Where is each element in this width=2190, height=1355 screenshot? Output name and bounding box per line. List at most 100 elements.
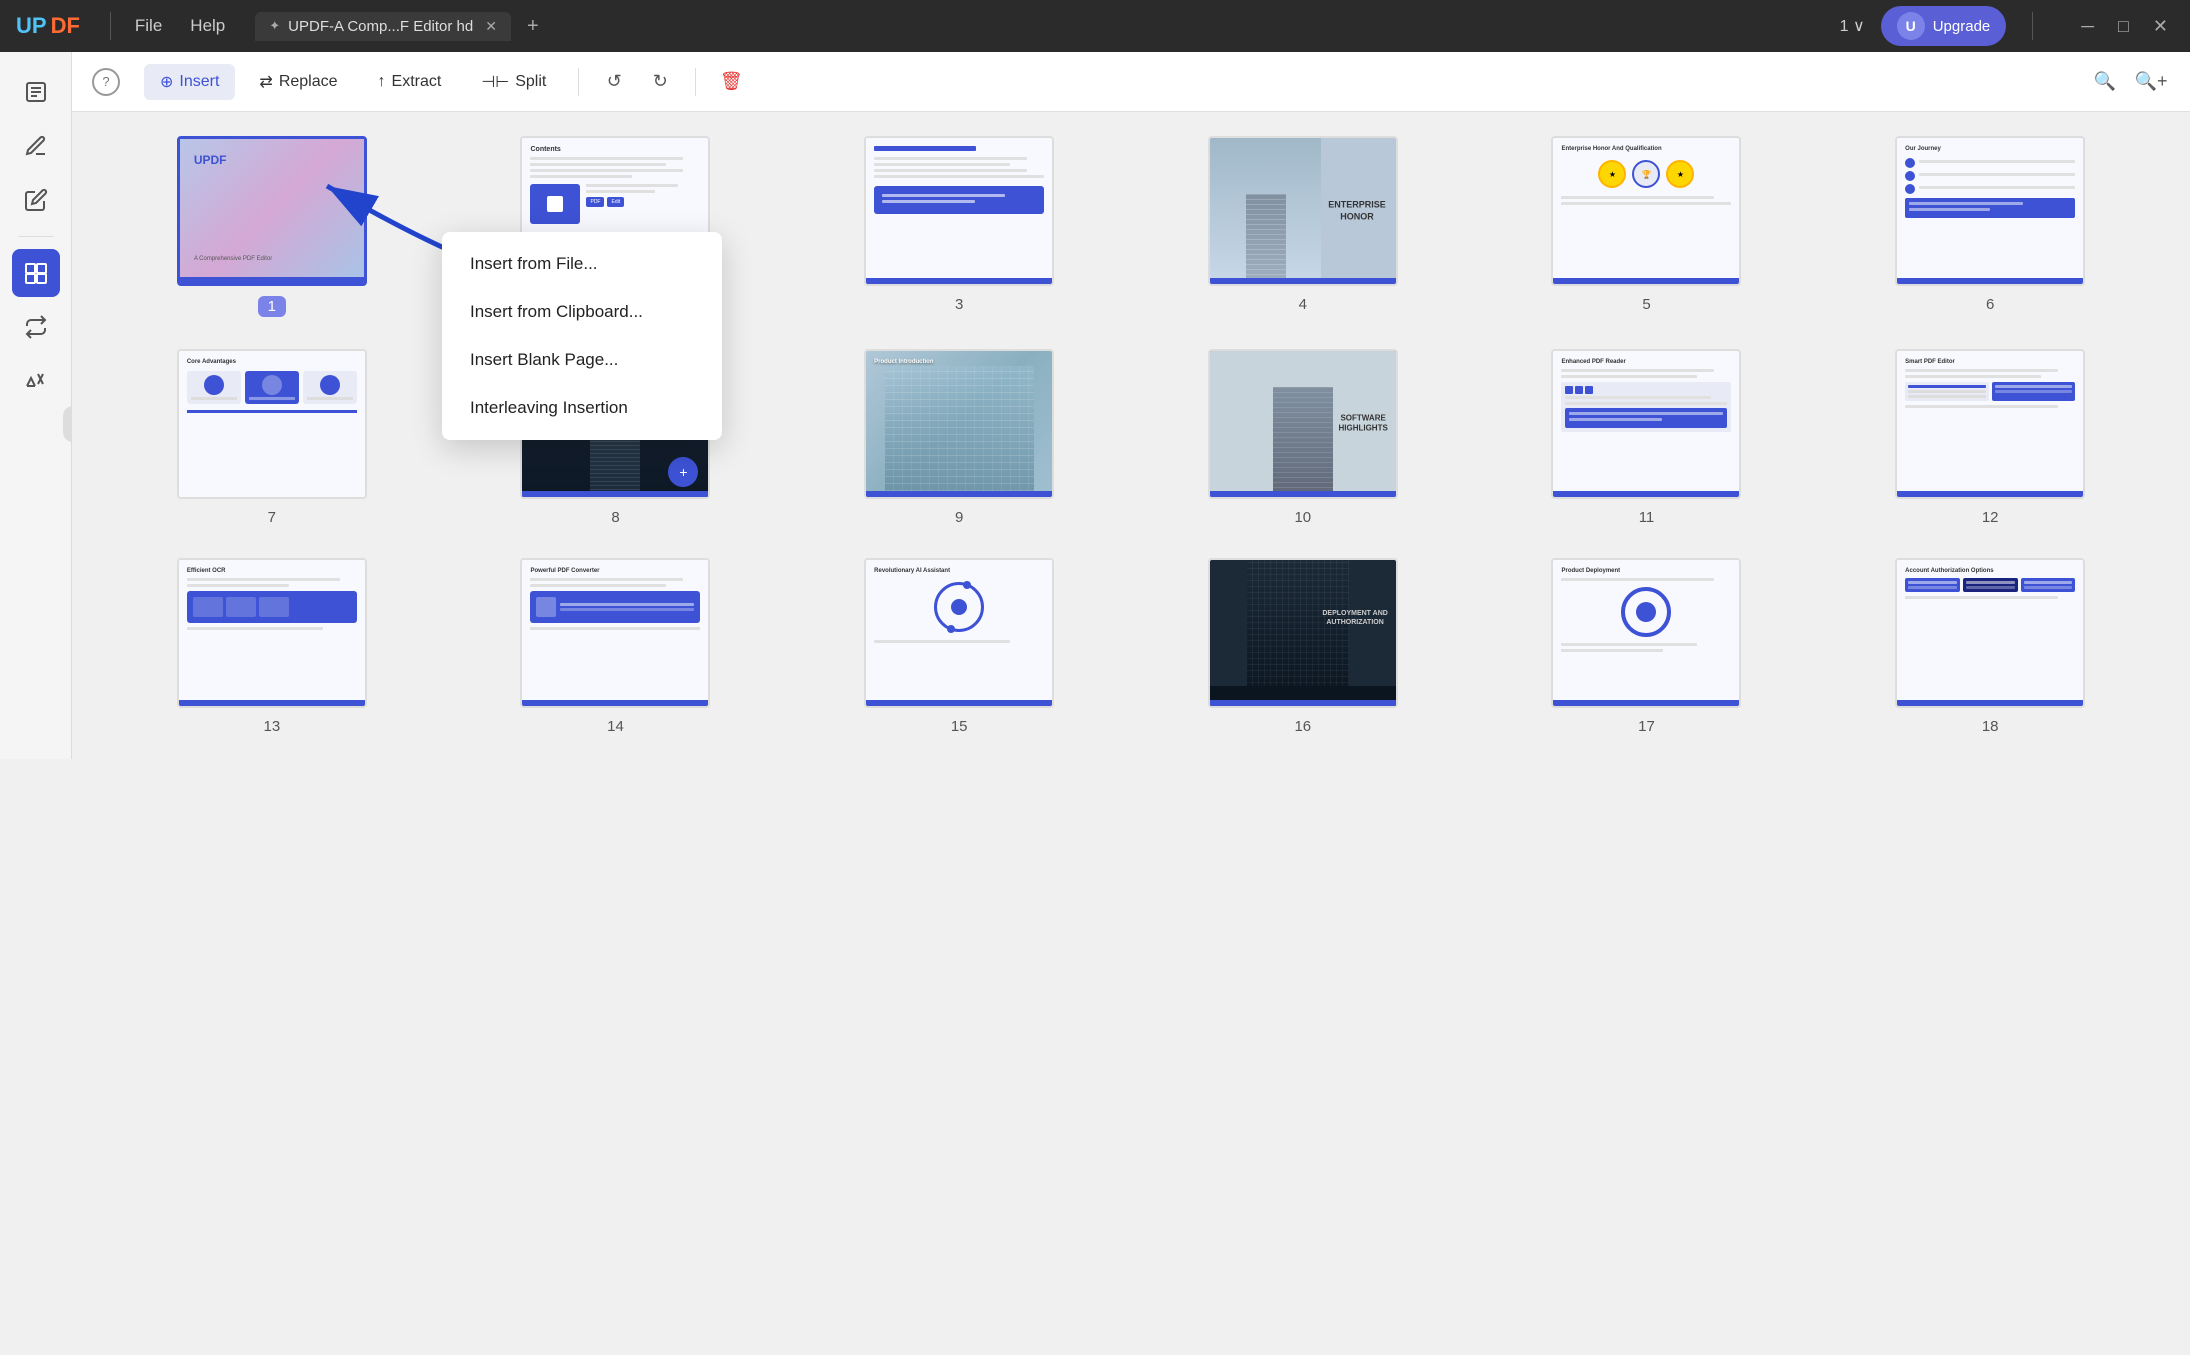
app-logo: UPDF xyxy=(16,13,80,39)
sidebar-divider xyxy=(18,236,54,237)
replace-label: Replace xyxy=(279,73,338,91)
page-thumbnail-13[interactable]: Efficient OCR xyxy=(177,558,367,708)
insert-blank-page-item[interactable]: Insert Blank Page... xyxy=(442,336,722,384)
sidebar-item-convert[interactable] xyxy=(12,303,60,351)
toolbar-sep2 xyxy=(695,68,696,96)
maximize-button[interactable]: □ xyxy=(2112,14,2135,39)
active-tab[interactable]: ✦ UPDF-A Comp...F Editor hd ✕ xyxy=(255,12,511,41)
tab-icon: ✦ xyxy=(269,18,280,34)
insert-button[interactable]: ⊕ Insert xyxy=(144,64,235,100)
split-label: Split xyxy=(515,73,546,91)
page16-bar xyxy=(1210,700,1396,706)
sidebar-item-organize[interactable] xyxy=(12,249,60,297)
page-thumbnail-18[interactable]: Account Authorization Options xyxy=(1895,558,2085,708)
rotate-left-button[interactable]: ↺ xyxy=(595,63,633,101)
extract-label: Extract xyxy=(392,73,442,91)
insert-from-file-item[interactable]: Insert from File... xyxy=(442,240,722,288)
tab-close-button[interactable]: ✕ xyxy=(485,18,497,35)
page-thumbnail-7[interactable]: Core Advantages xyxy=(177,349,367,499)
insert-dropdown-menu: Insert from File... Insert from Clipboar… xyxy=(442,232,722,440)
page3-bar xyxy=(866,278,1052,284)
sidebar-item-edit[interactable] xyxy=(12,176,60,224)
page-thumbnail-6[interactable]: Our Journey xyxy=(1895,136,2085,286)
file-menu[interactable]: File xyxy=(121,10,176,42)
page-thumb-10: SOFTWAREHIGHLIGHTS 10 xyxy=(1143,349,1463,526)
page4-overlay: ENTERPRISEHONOR xyxy=(1328,199,1386,222)
page-grid: UPDF A Comprehensive PDF Editor 1 Conten… xyxy=(112,136,2150,735)
help-menu[interactable]: Help xyxy=(176,10,239,42)
insert-label: Insert xyxy=(179,73,219,91)
title-divider xyxy=(110,12,111,40)
insert-icon: ⊕ xyxy=(160,72,173,92)
title-right-controls: 1 ∨ U Upgrade ─ □ ✕ xyxy=(1840,6,2174,46)
page-number-18: 18 xyxy=(1982,718,1999,735)
page12-bar xyxy=(1897,491,2083,497)
main-content: › ? ⊕ Insert ⇄ Replace ↑ Extract ⊣⊢ Spli… xyxy=(0,52,2190,759)
page-thumbnail-17[interactable]: Product Deployment xyxy=(1551,558,1741,708)
zoom-in-button[interactable]: 🔍+ xyxy=(2132,63,2170,101)
user-avatar: U xyxy=(1897,12,1925,40)
page-number-9: 9 xyxy=(955,509,963,526)
help-button[interactable]: ? xyxy=(92,68,120,96)
replace-button[interactable]: ⇄ Replace xyxy=(243,64,353,100)
upgrade-label: Upgrade xyxy=(1933,18,1991,35)
page-thumb-3: 3 xyxy=(799,136,1119,317)
page-thumbnail-14[interactable]: Powerful PDF Converter xyxy=(520,558,710,708)
page-thumb-18: Account Authorization Options xyxy=(1830,558,2150,735)
page-thumb-16: DEPLOYMENT ANDAUTHORIZATION 16 xyxy=(1143,558,1463,735)
page1-bar xyxy=(180,277,364,283)
page-thumbnail-10[interactable]: SOFTWAREHIGHLIGHTS xyxy=(1208,349,1398,499)
title-divider2 xyxy=(2032,12,2033,40)
upgrade-button[interactable]: U Upgrade xyxy=(1881,6,2007,46)
new-tab-button[interactable]: + xyxy=(519,11,547,42)
page-thumbnail-15[interactable]: Revolutionary AI Assistant xyxy=(864,558,1054,708)
page-thumb-12: Smart PDF Editor xyxy=(1830,349,2150,526)
page-thumbnail-1[interactable]: UPDF A Comprehensive PDF Editor xyxy=(177,136,367,286)
page10-bar xyxy=(1210,491,1396,497)
page-thumbnail-4[interactable]: ENTERPRISEHONOR xyxy=(1208,136,1398,286)
insert-from-clipboard-item[interactable]: Insert from Clipboard... xyxy=(442,288,722,336)
title-bar: UPDF File Help ✦ UPDF-A Comp...F Editor … xyxy=(0,0,2190,52)
page-content-area[interactable]: Insert from File... Insert from Clipboar… xyxy=(72,112,2190,759)
window-controls: ─ □ ✕ xyxy=(2075,14,2174,39)
page-thumb-4: ENTERPRISEHONOR 4 xyxy=(1143,136,1463,317)
page17-bar xyxy=(1553,700,1739,706)
page-number-5: 5 xyxy=(1642,296,1650,313)
page-thumb-13: Efficient OCR xyxy=(112,558,432,735)
page-thumb-14: Powerful PDF Converter xyxy=(456,558,776,735)
page-thumbnail-11[interactable]: Enhanced PDF Reader xyxy=(1551,349,1741,499)
page-thumbnail-5[interactable]: Enterprise Honor And Qualification ★ 🏆 ★ xyxy=(1551,136,1741,286)
page-thumb-7: Core Advantages xyxy=(112,349,432,526)
page-thumb-11: Enhanced PDF Reader xyxy=(1487,349,1807,526)
page-number-16: 16 xyxy=(1294,718,1311,735)
page-thumb-1: UPDF A Comprehensive PDF Editor 1 xyxy=(112,136,432,317)
page13-bar xyxy=(179,700,365,706)
page-thumb-6: Our Journey xyxy=(1830,136,2150,317)
sidebar-item-reader[interactable] xyxy=(12,68,60,116)
page4-bar xyxy=(1210,278,1396,284)
page-number-11: 11 xyxy=(1639,509,1655,526)
minimize-button[interactable]: ─ xyxy=(2075,14,2100,39)
page-thumbnail-16[interactable]: DEPLOYMENT ANDAUTHORIZATION xyxy=(1208,558,1398,708)
rotate-right-button[interactable]: ↻ xyxy=(641,63,679,101)
extract-button[interactable]: ↑ Extract xyxy=(362,65,458,99)
split-button[interactable]: ⊣⊢ Split xyxy=(465,64,562,100)
page-number-4: 4 xyxy=(1299,296,1307,313)
page-thumbnail-3[interactable] xyxy=(864,136,1054,286)
page14-bar xyxy=(522,700,708,706)
page-number-3: 3 xyxy=(955,296,963,313)
zoom-out-button[interactable]: 🔍 xyxy=(2086,63,2124,101)
close-button[interactable]: ✕ xyxy=(2147,14,2174,39)
sidebar-item-annotate[interactable] xyxy=(12,122,60,170)
toolbar-sep1 xyxy=(578,68,579,96)
delete-button[interactable]: 🗑 xyxy=(712,63,750,101)
page-number-13: 13 xyxy=(263,718,280,735)
sidebar-item-sign[interactable] xyxy=(12,357,60,405)
page-number-8: 8 xyxy=(611,509,619,526)
page6-bar xyxy=(1897,278,2083,284)
page18-bar xyxy=(1897,700,2083,706)
page-thumbnail-9[interactable]: Product Introduction xyxy=(864,349,1054,499)
page-thumbnail-12[interactable]: Smart PDF Editor xyxy=(1895,349,2085,499)
insert-interleaving-item[interactable]: Interleaving Insertion xyxy=(442,384,722,432)
page-number-14: 14 xyxy=(607,718,624,735)
